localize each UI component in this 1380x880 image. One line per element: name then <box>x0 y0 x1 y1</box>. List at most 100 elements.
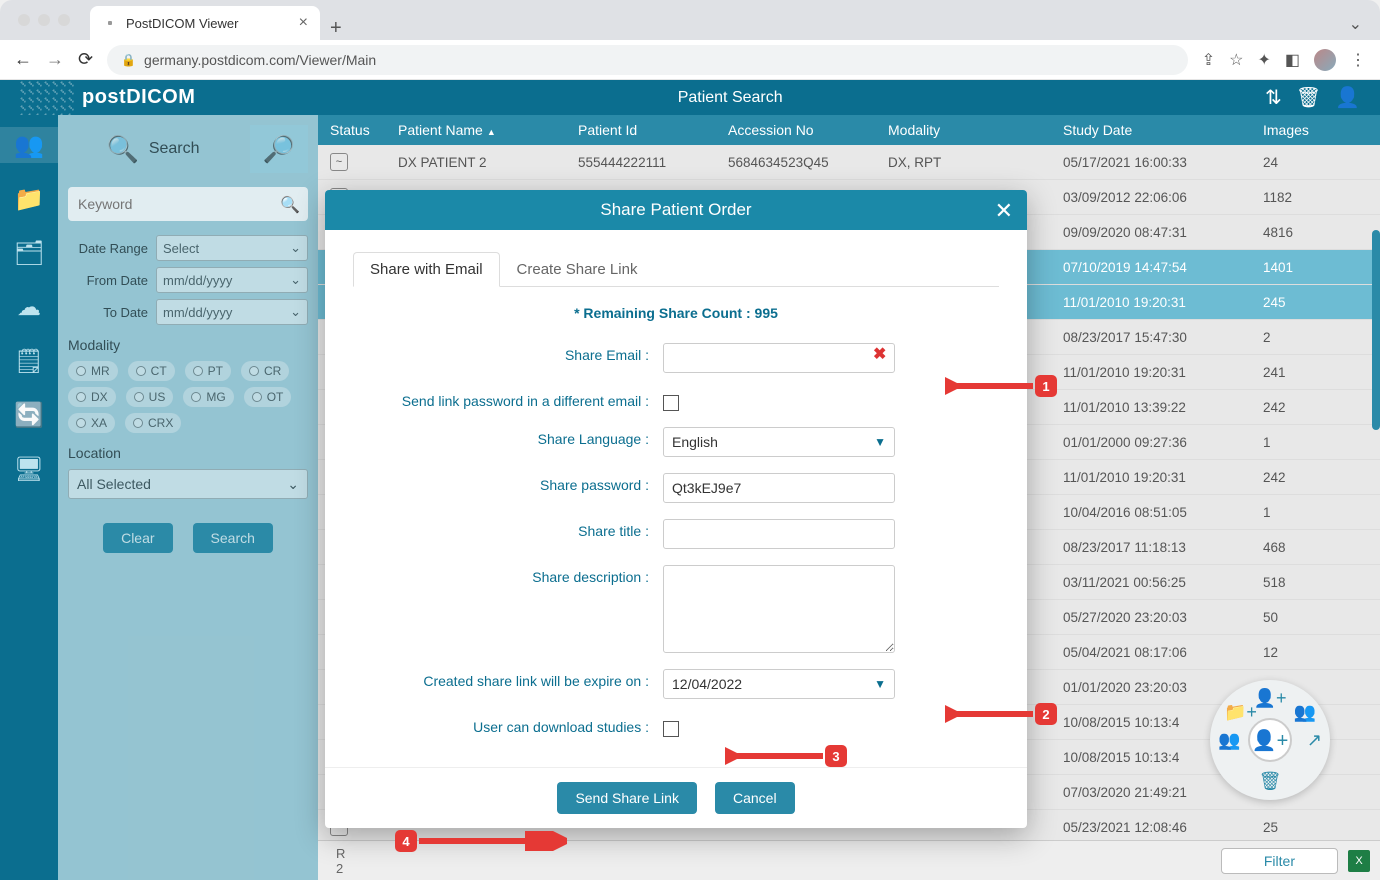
modality-chip-dx[interactable]: DX <box>68 387 116 407</box>
sync-icon[interactable]: 🔄 <box>0 397 58 433</box>
study-date-cell: 11/01/2010 13:39:22 <box>1063 400 1263 415</box>
table-row[interactable]: ~DX PATIENT 25554442221115684634523Q45DX… <box>318 145 1380 180</box>
browser-chrome: PostDICOM Viewer × + ⌄ ← → ⟳ 🔒 germany.p… <box>0 0 1380 80</box>
chevron-down-icon[interactable]: ⌄ <box>1349 14 1362 34</box>
browser-tab[interactable]: PostDICOM Viewer × <box>90 6 320 40</box>
folder-icon[interactable]: 📁 <box>0 181 58 217</box>
study-status-icon: ~ <box>330 153 348 171</box>
upload-icon[interactable]: ☁ <box>0 289 58 325</box>
from-date-input[interactable]: mm/dd/yyyy⌄ <box>156 267 308 293</box>
images-cell: 12 <box>1263 645 1353 660</box>
can-download-checkbox[interactable] <box>663 721 679 737</box>
logo-icon <box>20 80 74 115</box>
sort-icon[interactable]: ⇅ <box>1265 85 1282 110</box>
share-patient-order-modal: Share Patient Order ✕ Share with Email C… <box>325 190 1027 828</box>
forward-button[interactable]: → <box>46 49 64 70</box>
cards-icon[interactable]: 🗂 <box>0 235 58 271</box>
share-language-label: Share Language : <box>353 427 663 447</box>
scrollbar[interactable] <box>1372 230 1380 430</box>
star-icon[interactable]: ☆ <box>1229 50 1243 70</box>
patients-icon[interactable]: 👥 <box>0 127 58 163</box>
send-share-link-button[interactable]: Send Share Link <box>557 782 697 814</box>
extensions-icon[interactable]: ✦ <box>1257 50 1270 70</box>
export-excel-icon[interactable]: X <box>1348 850 1370 872</box>
url-text: germany.postdicom.com/Viewer/Main <box>144 52 376 68</box>
search-tab-basic[interactable]: 🔍 Search <box>68 125 238 173</box>
location-select[interactable]: All Selected⌄ <box>68 469 308 499</box>
share-password-input[interactable] <box>663 473 895 503</box>
modality-chip-us[interactable]: US <box>126 387 174 407</box>
images-cell: 241 <box>1263 365 1353 380</box>
share-icon[interactable]: ↗ <box>1307 730 1322 751</box>
new-tab-button[interactable]: + <box>320 17 352 40</box>
col-modality[interactable]: Modality <box>888 122 1063 138</box>
to-date-input[interactable]: mm/dd/yyyy⌄ <box>156 299 308 325</box>
modality-chip-xa[interactable]: XA <box>68 413 115 433</box>
logo-text: postDICOM <box>82 86 195 109</box>
images-cell: 518 <box>1263 575 1353 590</box>
share-email-input[interactable] <box>663 343 895 373</box>
location-section-label: Location <box>68 445 308 461</box>
study-date-cell: 07/10/2019 14:47:54 <box>1063 260 1263 275</box>
radio-icon <box>133 418 143 428</box>
add-person-icon[interactable]: 👤+ <box>1254 688 1287 709</box>
share-description-input[interactable] <box>663 565 895 653</box>
date-range-select[interactable]: Select⌄ <box>156 235 308 261</box>
share-group-icon[interactable]: 👥 <box>1294 702 1316 723</box>
modality-chip-pt[interactable]: PT <box>185 361 231 381</box>
address-bar[interactable]: 🔒 germany.postdicom.com/Viewer/Main <box>107 45 1188 75</box>
accession-cell: 5684634523Q45 <box>728 155 888 170</box>
share-title-input[interactable] <box>663 519 895 549</box>
share-icon[interactable]: ⇪ <box>1202 50 1215 70</box>
col-study-date[interactable]: Study Date <box>1063 122 1263 138</box>
radio-icon <box>252 392 262 402</box>
modality-chip-crx[interactable]: CRX <box>125 413 181 433</box>
share-email-label: Share Email : <box>353 343 663 363</box>
share-language-select[interactable]: English▼ <box>663 427 895 457</box>
tab-create-share-link[interactable]: Create Share Link <box>500 252 655 286</box>
user-icon[interactable]: 👤 <box>1335 85 1360 110</box>
close-icon[interactable]: ✕ <box>995 198 1013 224</box>
fab-center-button[interactable]: 👤+ <box>1248 718 1292 762</box>
delete-icon[interactable]: 🗑 <box>1259 771 1282 792</box>
result-count-prefix: R <box>336 846 345 861</box>
radio-icon <box>191 392 201 402</box>
cancel-button[interactable]: Cancel <box>715 782 795 814</box>
chevron-down-icon: ▼ <box>874 435 886 449</box>
panel-icon[interactable]: ◧ <box>1285 50 1300 70</box>
col-images[interactable]: Images <box>1263 122 1353 138</box>
list-search-icon[interactable]: 🗒 <box>0 343 58 379</box>
col-accession-no[interactable]: Accession No <box>728 122 888 138</box>
modality-chip-ot[interactable]: OT <box>244 387 292 407</box>
col-patient-id[interactable]: Patient Id <box>578 122 728 138</box>
expire-date-select[interactable]: 12/04/2022▼ <box>663 669 895 699</box>
modality-chip-mg[interactable]: MG <box>183 387 233 407</box>
trash-icon[interactable]: 🗑 <box>1296 85 1321 110</box>
study-date-cell: 01/01/2000 09:27:36 <box>1063 435 1263 450</box>
study-date-cell: 11/01/2010 19:20:31 <box>1063 295 1263 310</box>
col-status[interactable]: Status <box>318 122 398 138</box>
send-pwd-diff-checkbox[interactable] <box>663 395 679 411</box>
group-icon[interactable]: 👥 <box>1218 730 1240 751</box>
reload-button[interactable]: ⟳ <box>78 49 93 70</box>
avatar[interactable] <box>1314 49 1336 71</box>
modality-chip-ct[interactable]: CT <box>128 361 175 381</box>
tab-share-with-email[interactable]: Share with Email <box>353 252 500 287</box>
col-patient-name[interactable]: Patient Name▲ <box>398 122 578 138</box>
clear-button[interactable]: Clear <box>103 523 172 553</box>
kebab-icon[interactable]: ⋮ <box>1350 50 1366 70</box>
back-button[interactable]: ← <box>14 49 32 70</box>
modality-chip-cr[interactable]: CR <box>241 361 289 381</box>
close-icon[interactable]: × <box>299 14 308 32</box>
search-icon[interactable]: 🔍 <box>280 195 300 215</box>
search-tab-advanced[interactable]: 🔎 <box>250 125 308 173</box>
modality-chip-mr[interactable]: MR <box>68 361 118 381</box>
keyword-input[interactable] <box>68 187 308 221</box>
lock-icon: 🔒 <box>121 53 136 67</box>
filter-button[interactable]: Filter <box>1221 848 1338 874</box>
share-title-label: Share title : <box>353 519 663 539</box>
add-folder-icon[interactable]: 📁+ <box>1224 702 1257 723</box>
monitors-icon[interactable]: 🖥 <box>0 451 58 487</box>
search-button[interactable]: Search <box>193 523 273 553</box>
tab-title: PostDICOM Viewer <box>126 16 291 31</box>
